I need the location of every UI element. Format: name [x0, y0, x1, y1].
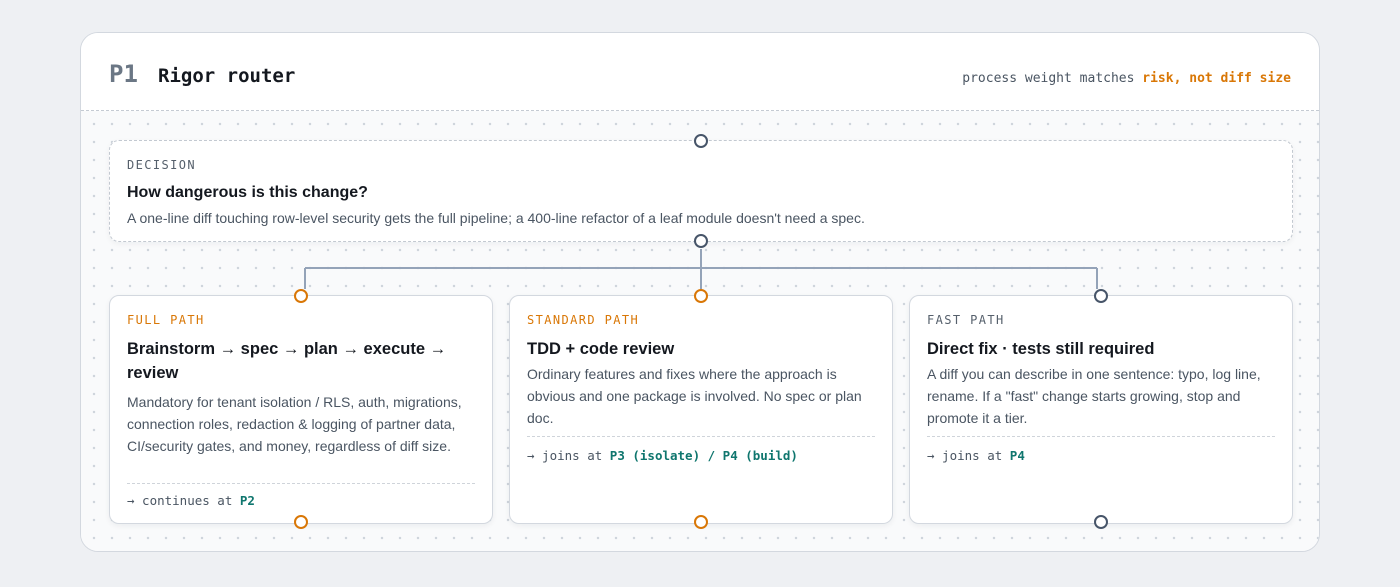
- tagline-prefix: process weight matches: [962, 71, 1135, 86]
- footer-target: P2: [239, 493, 255, 508]
- tagline-highlight: risk, not diff size: [1142, 71, 1291, 86]
- path-title: Brainstorm → spec → plan → execute → rev…: [127, 340, 447, 382]
- decision-label: DECISION: [127, 158, 196, 172]
- divider: [527, 436, 875, 437]
- path-title: TDD + code review: [527, 340, 675, 358]
- path-label: FULL PATH: [127, 313, 205, 327]
- fast-path-card: FAST PATH Direct fix · tests still requi…: [909, 295, 1293, 524]
- full-path-card: FULL PATH Brainstorm → spec → plan → exe…: [109, 295, 493, 524]
- standard-path-card: STANDARD PATH TDD + code review Ordinary…: [509, 295, 893, 524]
- path-description: Mandatory for tenant isolation / RLS, au…: [127, 394, 462, 454]
- divider: [927, 436, 1275, 437]
- path-title: Direct fix · tests still required: [927, 340, 1155, 358]
- decision-node: DECISION How dangerous is this change? A…: [109, 140, 1293, 242]
- footer-prefix: → continues at: [127, 493, 233, 508]
- page-title: Rigor router: [158, 65, 296, 87]
- router-card: P1 Rigor router process weight matches r…: [80, 32, 1320, 552]
- header-tagline: process weight matches risk, not diff si…: [962, 71, 1291, 86]
- path-description: A diff you can describe in one sentence:…: [927, 366, 1261, 426]
- path-description: Ordinary features and fixes where the ap…: [527, 366, 862, 426]
- footer-prefix: → joins at: [927, 448, 1003, 463]
- card-header: P1 Rigor router process weight matches r…: [81, 33, 1319, 111]
- path-footer: → joins at P4: [927, 448, 1025, 463]
- decision-question: How dangerous is this change?: [127, 184, 368, 201]
- phase-id: P1: [109, 60, 138, 88]
- path-label: STANDARD PATH: [527, 313, 640, 327]
- path-footer: → joins at P3 (isolate) / P4 (build): [527, 448, 798, 463]
- path-label: FAST PATH: [927, 313, 1005, 327]
- footer-prefix: → joins at: [527, 448, 603, 463]
- divider: [127, 483, 475, 484]
- footer-target: P4: [1009, 448, 1025, 463]
- path-footer: → continues at P2: [127, 493, 255, 508]
- footer-target: P3 (isolate) / P4 (build): [609, 448, 798, 463]
- decision-description: A one-line diff touching row-level secur…: [127, 210, 865, 226]
